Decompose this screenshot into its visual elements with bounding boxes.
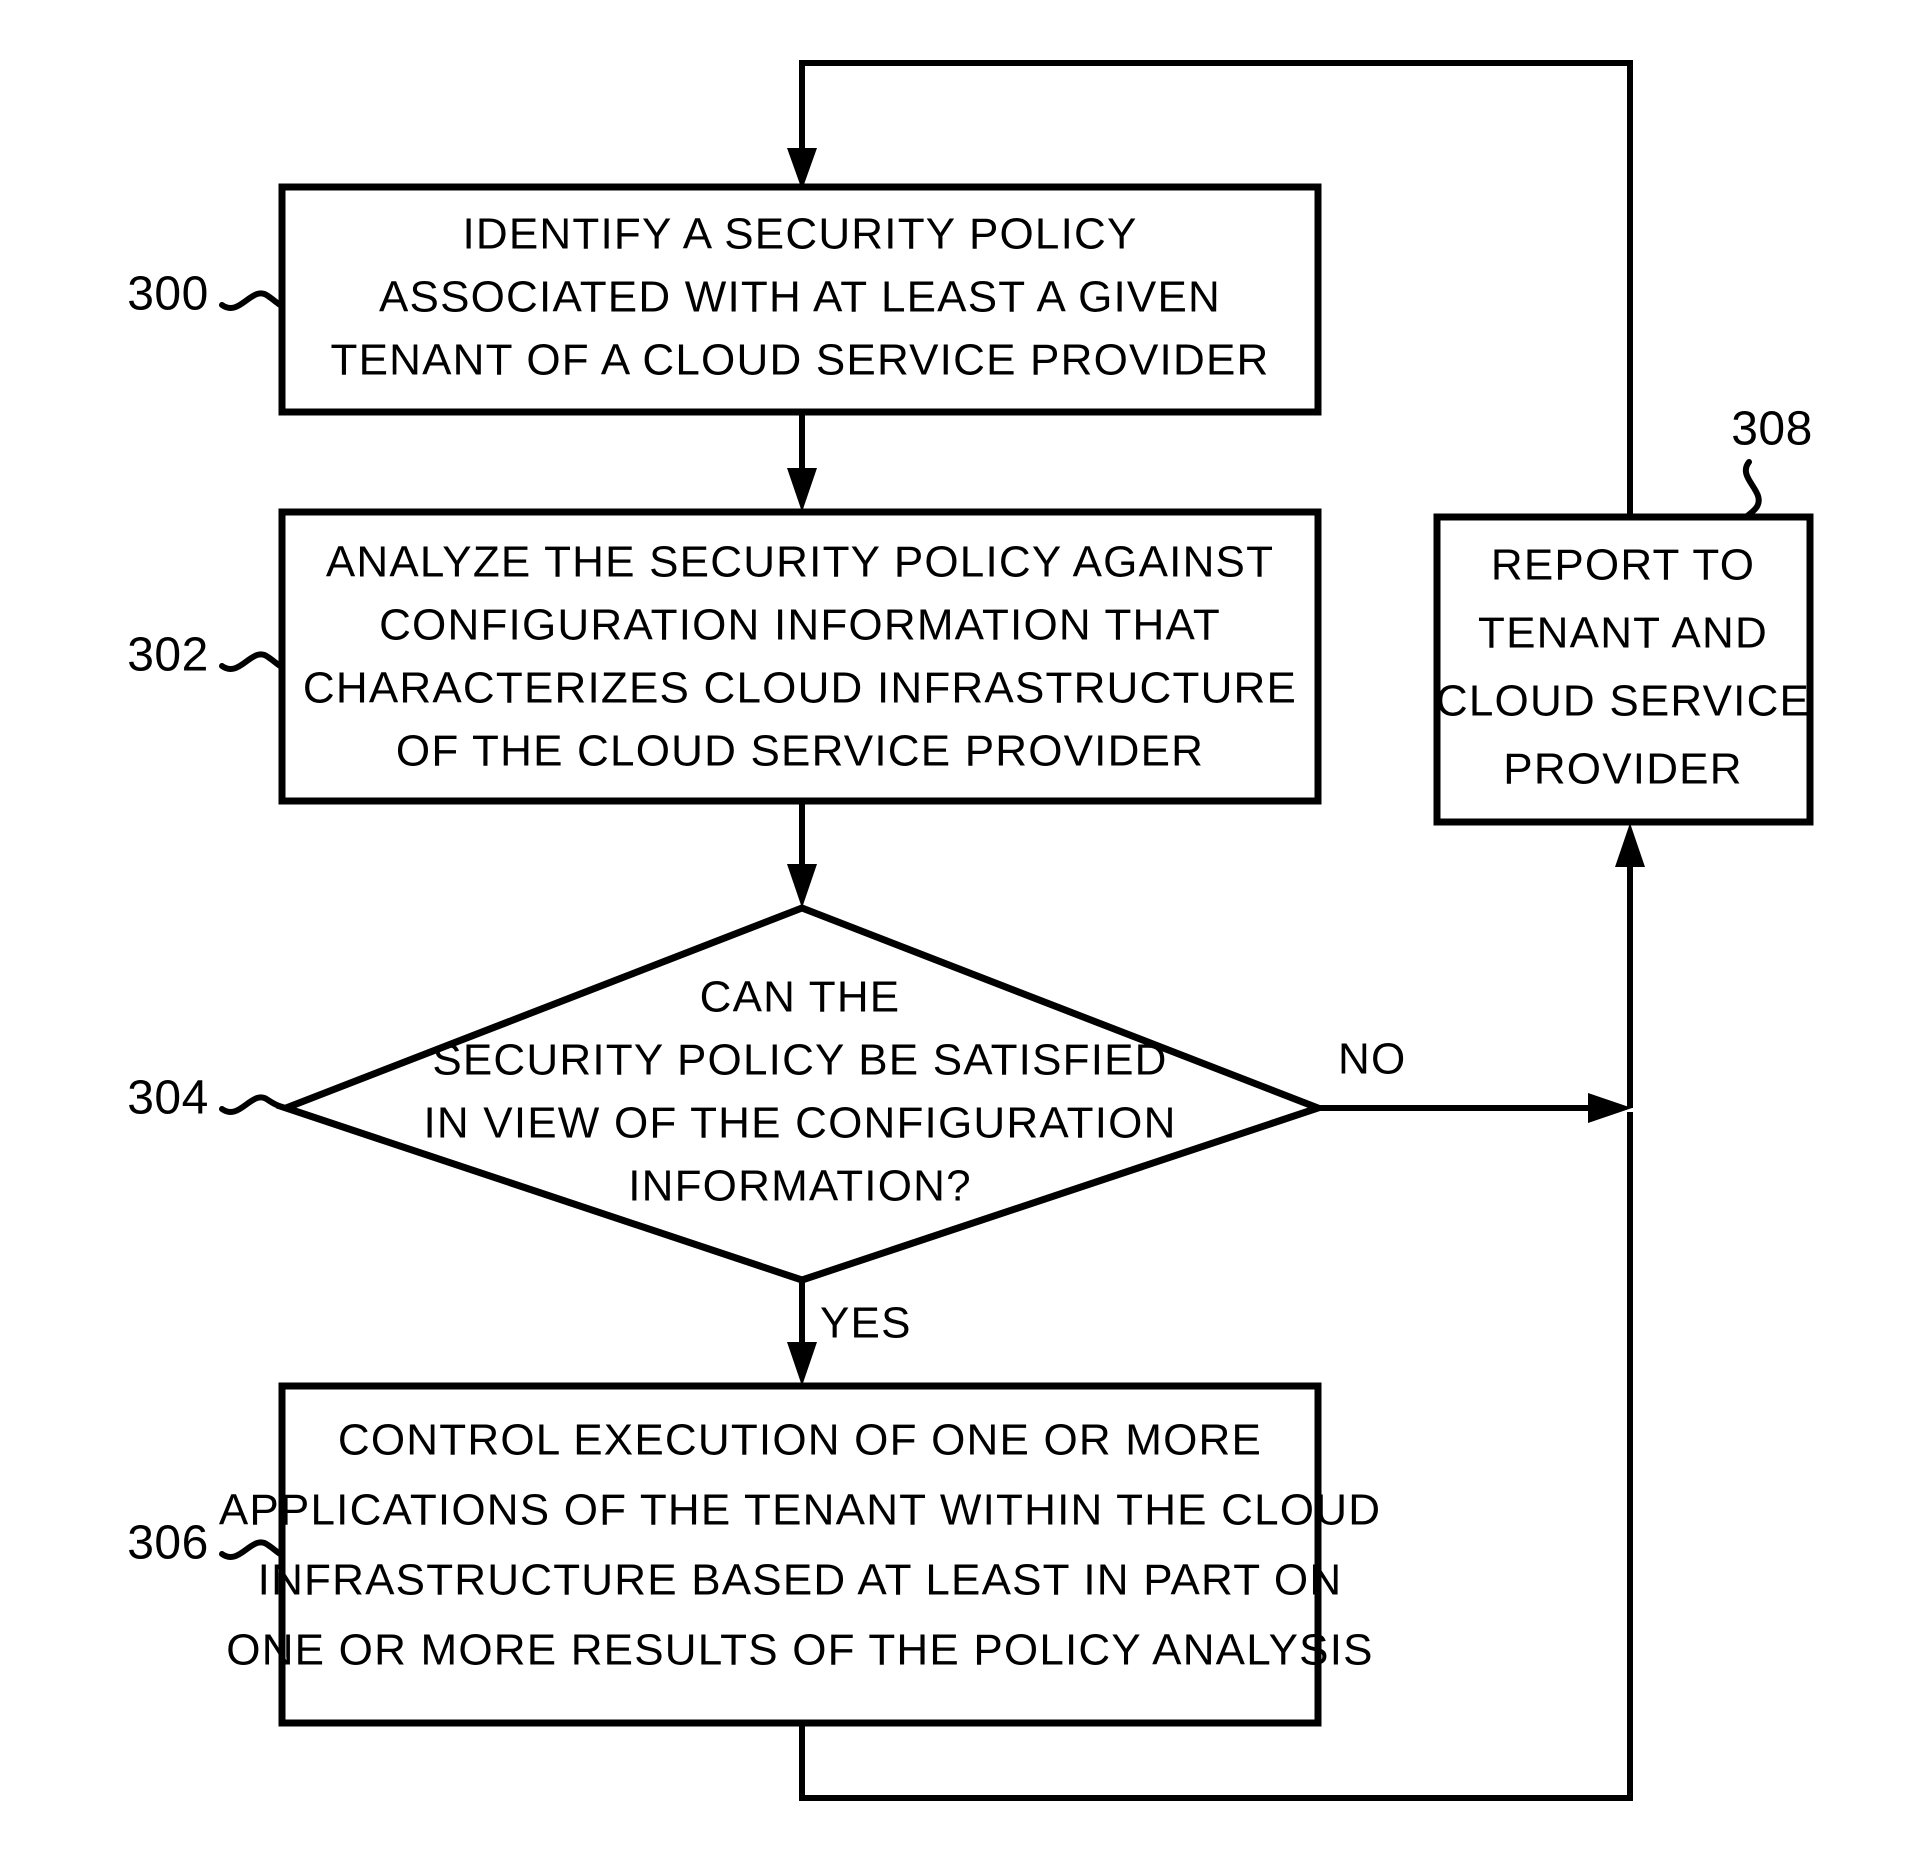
step-302-line-1: ANALYZE THE SECURITY POLICY AGAINST: [326, 538, 1274, 587]
step-308-line-3: CLOUD SERVICE: [1436, 677, 1810, 726]
step-304-line-4: INFORMATION?: [628, 1162, 972, 1211]
step-306-line-2: APPLICATIONS OF THE TENANT WITHIN THE CL…: [219, 1486, 1381, 1535]
ref-label-300: 300: [127, 268, 285, 321]
step-304-line-1: CAN THE: [700, 973, 901, 1022]
connector-rail-to-308: [1615, 823, 1645, 1108]
connector-302-to-304: [787, 801, 817, 908]
node-step-308[interactable]: REPORT TO TENANT AND CLOUD SERVICE PROVI…: [1433, 513, 1814, 826]
branch-label-yes: YES: [820, 1299, 912, 1348]
node-step-304[interactable]: CAN THE SECURITY POLICY BE SATISFIED IN …: [275, 904, 1329, 1284]
step-306-line-1: CONTROL EXECUTION OF ONE OR MORE: [338, 1416, 1262, 1465]
step-300-line-3: TENANT OF A CLOUD SERVICE PROVIDER: [331, 336, 1270, 385]
step-304-line-3: IN VIEW OF THE CONFIGURATION: [423, 1099, 1176, 1148]
ref-number-302: 302: [127, 629, 209, 682]
ref-number-304: 304: [127, 1072, 209, 1125]
connector-304-yes-branch: [787, 1280, 817, 1386]
node-step-302[interactable]: ANALYZE THE SECURITY POLICY AGAINST CONF…: [278, 508, 1322, 805]
ref-label-304: 304: [127, 1072, 289, 1125]
ref-label-308: 308: [1731, 403, 1813, 520]
step-300-line-2: ASSOCIATED WITH AT LEAST A GIVEN: [379, 273, 1221, 322]
step-300-line-1: IDENTIFY A SECURITY POLICY: [462, 210, 1137, 259]
connector-300-to-302: [787, 412, 817, 512]
step-306-line-4: ONE OR MORE RESULTS OF THE POLICY ANALYS…: [226, 1626, 1373, 1675]
branch-label-no: NO: [1338, 1035, 1406, 1084]
figure-canvas: IDENTIFY A SECURITY POLICY ASSOCIATED WI…: [0, 0, 1913, 1866]
ref-number-300: 300: [127, 268, 209, 321]
step-302-line-2: CONFIGURATION INFORMATION THAT: [379, 601, 1221, 650]
ref-label-302: 302: [127, 629, 285, 682]
step-302-line-4: OF THE CLOUD SERVICE PROVIDER: [396, 727, 1204, 776]
connector-304-no-branch: [1318, 1093, 1632, 1123]
step-302-line-3: CHARACTERIZES CLOUD INFRASTRUCTURE: [303, 664, 1297, 713]
node-step-300[interactable]: IDENTIFY A SECURITY POLICY ASSOCIATED WI…: [278, 183, 1322, 416]
ref-number-308: 308: [1731, 403, 1813, 456]
step-306-line-3: INFRASTRUCTURE BASED AT LEAST IN PART ON: [258, 1556, 1343, 1605]
ref-number-306: 306: [127, 1517, 209, 1570]
step-308-line-4: PROVIDER: [1503, 745, 1742, 794]
node-step-306[interactable]: CONTROL EXECUTION OF ONE OR MORE APPLICA…: [219, 1382, 1381, 1727]
flowchart-diagram: IDENTIFY A SECURITY POLICY ASSOCIATED WI…: [127, 60, 1814, 1801]
step-308-line-2: TENANT AND: [1478, 609, 1768, 658]
step-304-line-2: SECURITY POLICY BE SATISFIED: [432, 1036, 1167, 1085]
step-308-line-1: REPORT TO: [1491, 541, 1755, 590]
